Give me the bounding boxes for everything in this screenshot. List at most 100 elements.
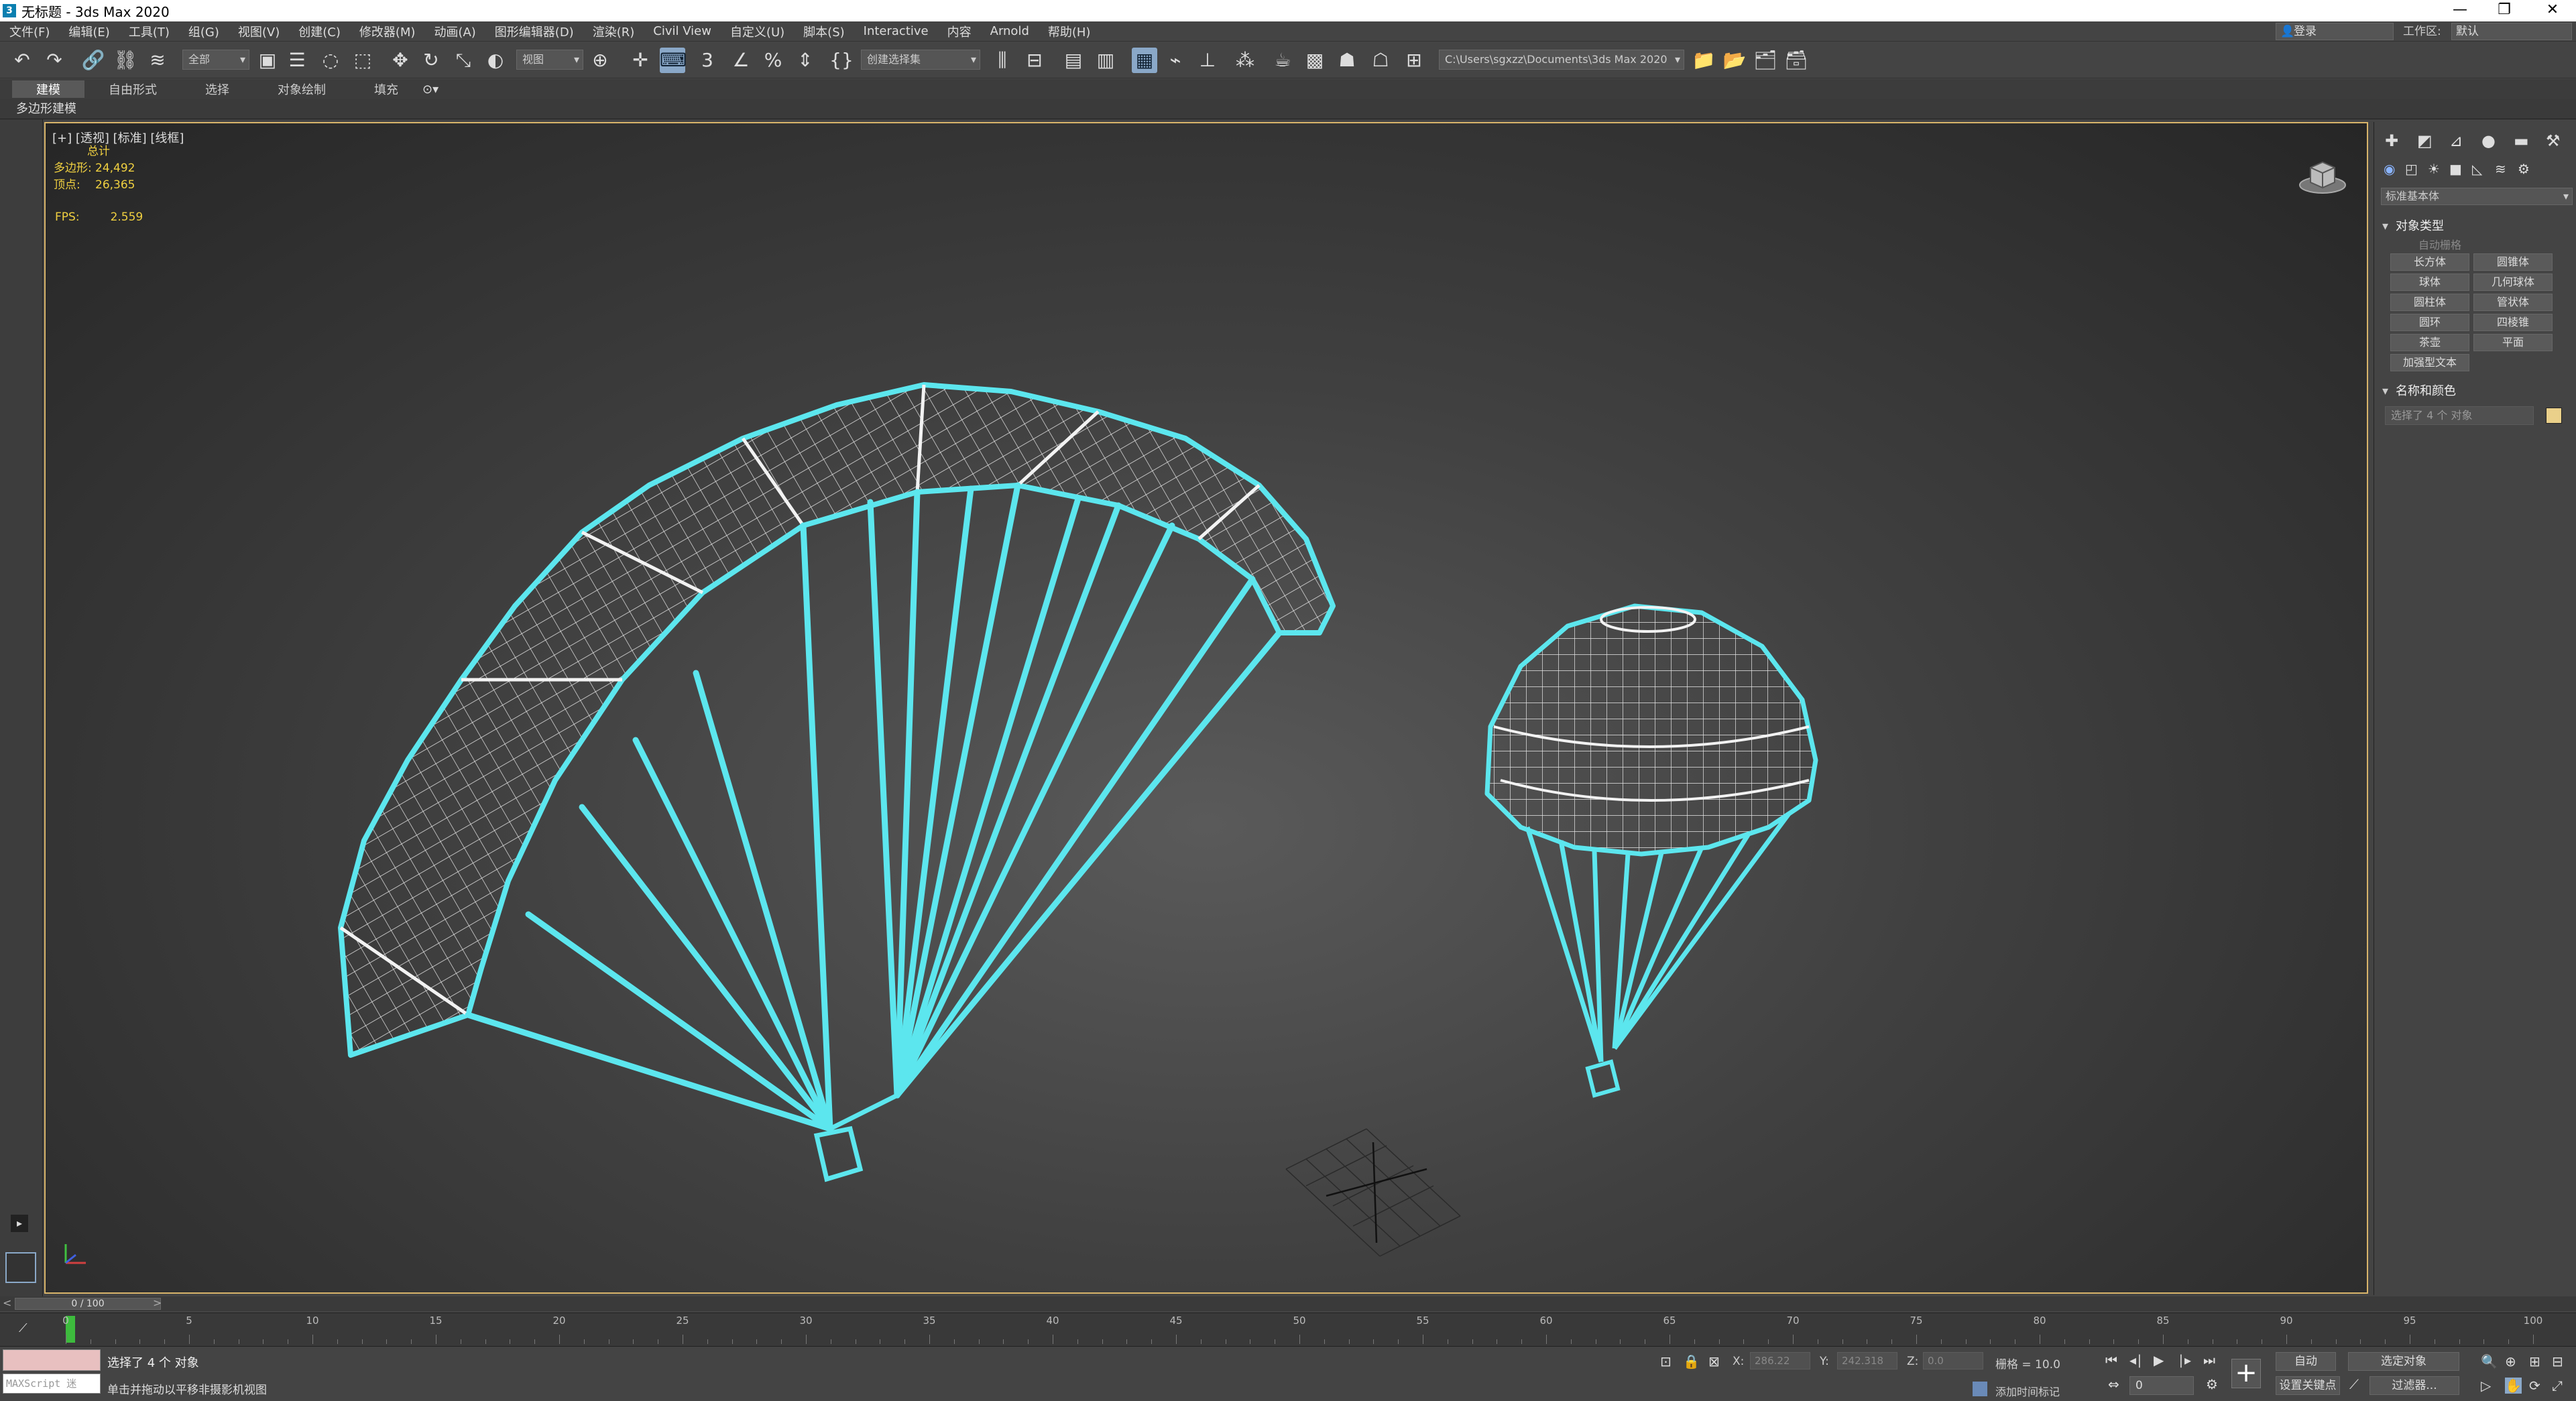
render-setup-icon[interactable]: ☕ xyxy=(1270,48,1295,73)
rollout-object-type[interactable]: 对象类型 xyxy=(2378,217,2573,236)
keyboard-shortcut-override-icon[interactable]: ⌨ xyxy=(660,48,687,73)
angle-snap-icon[interactable]: ∠ xyxy=(728,48,754,73)
maximize-viewport-icon[interactable]: ⤢ xyxy=(2552,1378,2563,1394)
time-prev-icon[interactable]: < xyxy=(3,1296,11,1309)
lights-icon[interactable]: ☀ xyxy=(2428,161,2440,177)
rendered-frame-icon[interactable]: ▩ xyxy=(1302,48,1328,73)
menu-group[interactable]: 组(G) xyxy=(179,23,229,40)
project-folder-icon[interactable]: 📁 xyxy=(1691,48,1716,73)
key-tangent-icon[interactable]: ⟋ xyxy=(2349,1376,2359,1392)
scale-icon[interactable]: ⤡ xyxy=(451,48,476,73)
curve-editor-toggle-icon[interactable]: ⟋ xyxy=(19,1321,27,1335)
named-selection-dropdown[interactable]: 创建选择集 xyxy=(861,50,980,70)
space-warps-icon[interactable]: ≋ xyxy=(2495,161,2506,177)
bind-spacewarp-icon[interactable]: ≋ xyxy=(145,48,170,73)
time-config-icon[interactable]: ⚙ xyxy=(2206,1376,2218,1392)
workspace-dropdown[interactable]: 默认 xyxy=(2451,23,2572,40)
menu-content[interactable]: 内容 xyxy=(938,23,981,40)
menu-scripting[interactable]: 脚本(S) xyxy=(794,23,854,40)
tab-freeform[interactable]: 自由形式 xyxy=(84,80,181,98)
motion-tab-icon[interactable]: ● xyxy=(2481,131,2496,150)
zoom-extents-all-icon[interactable]: ⊟ xyxy=(2552,1353,2563,1369)
play-icon[interactable]: ▶ xyxy=(2154,1352,2164,1368)
link-icon[interactable]: 🔗 xyxy=(80,48,106,73)
schematic-view-icon[interactable]: ⊥ xyxy=(1195,48,1220,73)
object-color-swatch[interactable] xyxy=(2546,408,2562,424)
select-by-name-icon[interactable]: ☰ xyxy=(284,48,310,73)
auto-key-button[interactable]: 自动 xyxy=(2276,1352,2336,1371)
teapot-button[interactable]: 茶壶 xyxy=(2390,334,2469,351)
isolate-selection-icon[interactable]: ⊡ xyxy=(1660,1353,1672,1369)
menu-rendering[interactable]: 渲染(R) xyxy=(583,23,644,40)
window-crossing-icon[interactable]: ⬚ xyxy=(350,48,375,73)
key-mode-icon[interactable]: ⇔ xyxy=(2108,1376,2119,1392)
shapes-icon[interactable]: ◰ xyxy=(2405,161,2418,177)
x-coordinate-field[interactable]: 286.22 xyxy=(1750,1352,1810,1369)
tab-modeling[interactable]: 建模 xyxy=(12,80,84,98)
y-coordinate-field[interactable]: 242.318 xyxy=(1837,1352,1897,1369)
place-icon[interactable]: ◐ xyxy=(483,48,508,73)
create-project-icon[interactable]: 🗂 xyxy=(1753,48,1778,73)
systems-icon[interactable]: ⚙ xyxy=(2518,161,2530,177)
autogrid-checkbox[interactable]: 自动栅格 xyxy=(2418,236,2461,252)
cone-button[interactable]: 圆锥体 xyxy=(2473,253,2553,271)
render-iterative-icon[interactable]: ☖ xyxy=(1368,48,1393,73)
menu-edit[interactable]: 编辑(E) xyxy=(59,23,119,40)
render-gallery-icon[interactable]: ⊞ xyxy=(1401,48,1427,73)
menu-customize[interactable]: 自定义(U) xyxy=(721,23,794,40)
menu-interactive[interactable]: Interactive xyxy=(854,24,938,38)
pivot-center-icon[interactable]: ⊕ xyxy=(587,48,613,73)
menu-tools[interactable]: 工具(T) xyxy=(119,23,179,40)
move-icon[interactable]: ✥ xyxy=(388,48,413,73)
orbit-icon[interactable]: ⟳ xyxy=(2529,1378,2540,1394)
add-time-tag-icon[interactable] xyxy=(1973,1382,1987,1396)
render-production-icon[interactable]: ☗ xyxy=(1334,48,1360,73)
geometry-icon[interactable]: ◉ xyxy=(2384,161,2395,177)
time-next-icon[interactable]: > xyxy=(153,1296,162,1309)
redo-icon[interactable]: ↷ xyxy=(42,48,67,73)
ribbon-panel-label[interactable]: 多边形建模 xyxy=(0,99,2576,119)
viewport-layout-thumbnail[interactable] xyxy=(5,1252,36,1283)
goto-start-icon[interactable]: ⏮ xyxy=(2105,1352,2117,1368)
set-key-plus-button[interactable]: + xyxy=(2231,1359,2261,1388)
pan-view-icon[interactable]: ✋ xyxy=(2505,1378,2522,1394)
prev-frame-icon[interactable]: ◂∣ xyxy=(2129,1352,2143,1368)
zoom-all-icon[interactable]: ⊕ xyxy=(2505,1353,2516,1369)
mirror-icon[interactable]: ⫼ xyxy=(990,48,1015,73)
ribbon-toggle-icon[interactable]: ▦ xyxy=(1132,48,1157,73)
view-cube-icon[interactable] xyxy=(2297,150,2348,197)
set-key-button[interactable]: 设置关键点 xyxy=(2276,1376,2340,1395)
menu-modifiers[interactable]: 修改器(M) xyxy=(350,23,425,40)
cylinder-button[interactable]: 圆柱体 xyxy=(2390,294,2469,311)
selection-lock-icon[interactable]: 🔒 xyxy=(1683,1353,1700,1369)
menu-views[interactable]: 视图(V) xyxy=(229,23,289,40)
menu-help[interactable]: 帮助(H) xyxy=(1039,23,1100,40)
key-filter-dropdown[interactable]: 选定对象 xyxy=(2348,1352,2459,1371)
scene-explorer-icon[interactable]: ▤ xyxy=(1061,48,1086,73)
hierarchy-tab-icon[interactable]: ⊿ xyxy=(2449,131,2463,150)
text-plus-button[interactable]: 加强型文本 xyxy=(2390,354,2469,371)
maximize-button[interactable]: ❐ xyxy=(2485,0,2524,21)
open-project-icon[interactable]: 📂 xyxy=(1722,48,1747,73)
add-time-tag-button[interactable]: 添加时间标记 xyxy=(1995,1383,2060,1399)
next-frame-icon[interactable]: ∣▸ xyxy=(2178,1352,2191,1368)
selection-region-icon[interactable]: ◌ xyxy=(318,48,343,73)
ribbon-options-icon[interactable]: ⊙▾ xyxy=(422,82,438,97)
select-manipulate-icon[interactable]: ✛ xyxy=(628,48,653,73)
percent-snap-icon[interactable]: % xyxy=(760,48,786,73)
torus-button[interactable]: 圆环 xyxy=(2390,314,2469,331)
project-path-dropdown[interactable]: C:\Users\sgxzz\Documents\3ds Max 2020 xyxy=(1439,50,1684,70)
pyramid-button[interactable]: 四棱锥 xyxy=(2473,314,2553,331)
tab-selection[interactable]: 选择 xyxy=(181,80,253,98)
menu-civil-view[interactable]: Civil View xyxy=(644,24,721,38)
maxscript-mini-listener[interactable]: MAXScript 迷 xyxy=(3,1374,101,1394)
cameras-icon[interactable]: ■ xyxy=(2449,161,2462,177)
project-settings-icon[interactable]: 🗃 xyxy=(1783,48,1809,73)
menu-arnold[interactable]: Arnold xyxy=(981,24,1039,38)
rollout-name-and-color[interactable]: 名称和颜色 xyxy=(2378,382,2573,401)
tab-populate[interactable]: 填充 xyxy=(350,80,422,98)
snaps-toggle-icon[interactable]: 3 xyxy=(695,48,720,73)
display-tab-icon[interactable]: ▬ xyxy=(2514,131,2529,150)
key-filters-button[interactable]: 过滤器... xyxy=(2369,1376,2459,1395)
rotate-icon[interactable]: ↻ xyxy=(418,48,444,73)
